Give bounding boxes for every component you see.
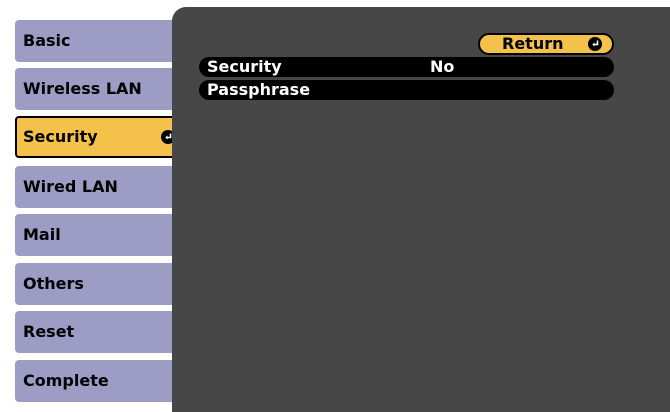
menu-item-wireless-lan[interactable]: Wireless LAN [15, 68, 187, 110]
setting-value: No [430, 57, 455, 76]
menu-item-wired-lan[interactable]: Wired LAN [15, 166, 187, 208]
menu-item-mail[interactable]: Mail [15, 214, 187, 256]
menu-item-label: Wired LAN [23, 177, 118, 196]
setting-row-security[interactable]: Security No [199, 57, 614, 77]
return-button[interactable]: Return [478, 33, 614, 55]
return-label: Return [502, 34, 564, 53]
setting-label: Passphrase [207, 80, 311, 99]
side-menu: Basic Wireless LAN Security Wired LAN Ma… [0, 0, 200, 412]
menu-item-label: Wireless LAN [23, 79, 142, 98]
menu-item-label: Others [23, 274, 84, 293]
setting-row-passphrase[interactable]: Passphrase [199, 80, 614, 100]
menu-item-label: Security [23, 127, 98, 146]
menu-item-reset[interactable]: Reset [15, 311, 187, 353]
menu-item-label: Complete [23, 371, 109, 390]
menu-item-basic[interactable]: Basic [15, 20, 187, 62]
menu-item-label: Reset [23, 322, 75, 341]
menu-item-others[interactable]: Others [15, 263, 187, 305]
menu-item-complete[interactable]: Complete [15, 360, 187, 402]
enter-icon [588, 37, 602, 51]
menu-item-label: Basic [23, 31, 71, 50]
menu-item-label: Mail [23, 225, 61, 244]
menu-item-security[interactable]: Security [15, 116, 185, 158]
setting-label: Security [207, 57, 282, 76]
